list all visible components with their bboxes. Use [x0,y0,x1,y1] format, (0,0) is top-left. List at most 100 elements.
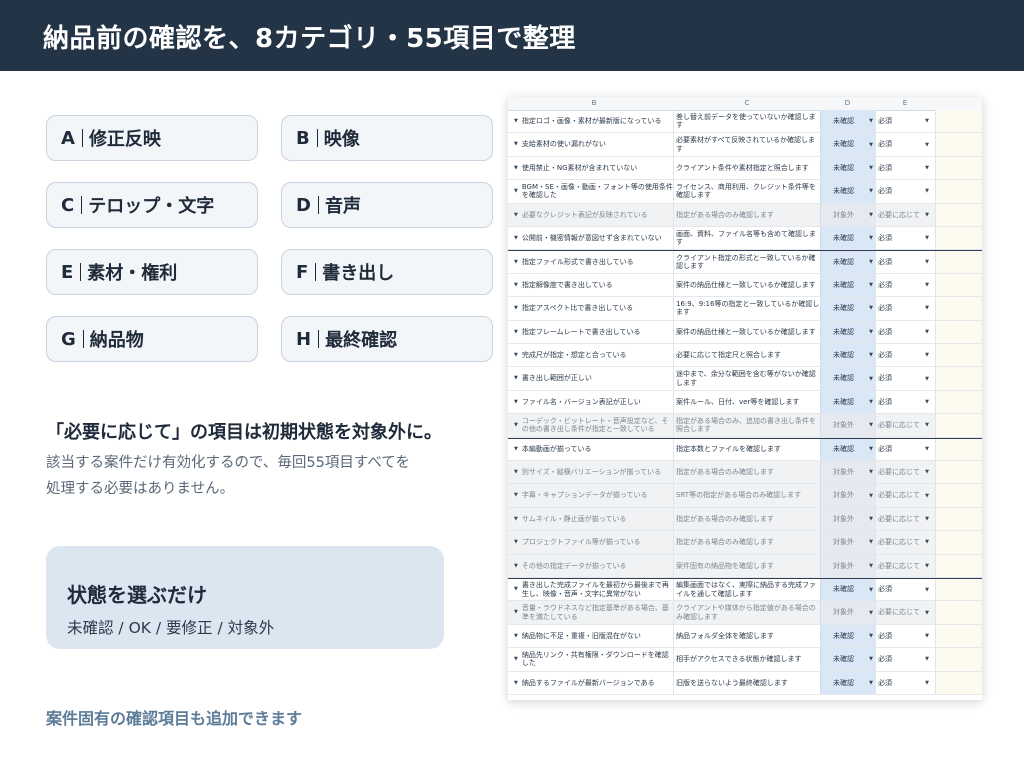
chevron-down-icon[interactable]: ▼ [925,398,929,407]
chevron-down-icon[interactable]: ▼ [925,655,929,664]
status-select[interactable]: 未確認 ▼ [820,251,875,273]
note-cell[interactable] [935,579,982,601]
chevron-down-icon[interactable]: ▼ [925,304,929,313]
chevron-down-icon[interactable]: ▼ [869,608,873,617]
chevron-down-icon[interactable]: ▼ [925,679,929,688]
priority-select[interactable]: 必須 ▼ [875,367,935,390]
chevron-down-icon[interactable]: ▼ [925,351,929,360]
priority-select[interactable]: 必須 ▼ [875,156,935,180]
chevron-down-icon[interactable]: ▼ [925,140,929,149]
chevron-down-icon[interactable]: ▼ [925,421,929,430]
note-cell[interactable] [935,554,982,577]
note-cell[interactable] [935,461,982,484]
chevron-down-icon[interactable]: ▼ [925,491,929,500]
status-select[interactable]: 対象外 ▼ [820,507,875,531]
status-select[interactable]: 未確認 ▼ [820,273,875,297]
chevron-down-icon[interactable]: ▼ [925,445,929,454]
dropdown-caret-icon[interactable]: ▼ [514,679,518,688]
chevron-down-icon[interactable]: ▼ [869,421,873,430]
status-select[interactable]: 未確認 ▼ [820,624,875,648]
status-select[interactable]: 未確認 ▼ [820,671,875,694]
status-select[interactable]: 対象外 ▼ [820,601,875,624]
chevron-down-icon[interactable]: ▼ [869,351,873,360]
dropdown-caret-icon[interactable]: ▼ [514,468,518,477]
chevron-down-icon[interactable]: ▼ [869,538,873,547]
dropdown-caret-icon[interactable]: ▼ [514,491,518,500]
chevron-down-icon[interactable]: ▼ [869,281,873,290]
chevron-down-icon[interactable]: ▼ [925,258,929,267]
note-cell[interactable] [935,624,982,648]
status-select[interactable]: 未確認 ▼ [820,156,875,180]
status-select[interactable]: 対象外 ▼ [820,484,875,507]
status-select[interactable]: 未確認 ▼ [820,110,875,133]
chevron-down-icon[interactable]: ▼ [925,632,929,641]
chevron-down-icon[interactable]: ▼ [869,258,873,267]
dropdown-caret-icon[interactable]: ▼ [514,632,518,641]
status-select[interactable]: 未確認 ▼ [820,227,875,250]
chevron-down-icon[interactable]: ▼ [925,211,929,220]
note-cell[interactable] [935,320,982,343]
dropdown-caret-icon[interactable]: ▼ [514,328,518,337]
status-select[interactable]: 対象外 ▼ [820,531,875,554]
chevron-down-icon[interactable]: ▼ [869,562,873,571]
dropdown-caret-icon[interactable]: ▼ [514,187,518,196]
dropdown-caret-icon[interactable]: ▼ [514,351,518,360]
dropdown-caret-icon[interactable]: ▼ [514,374,518,383]
note-cell[interactable] [935,390,982,414]
status-select[interactable]: 未確認 ▼ [820,320,875,343]
priority-select[interactable]: 必要に応じて ▼ [875,414,935,437]
chevron-down-icon[interactable]: ▼ [869,445,873,454]
chevron-down-icon[interactable]: ▼ [925,281,929,290]
dropdown-caret-icon[interactable]: ▼ [514,234,518,243]
status-select[interactable]: 未確認 ▼ [820,367,875,390]
chevron-down-icon[interactable]: ▼ [869,655,873,664]
note-cell[interactable] [935,531,982,554]
status-select[interactable]: 未確認 ▼ [820,648,875,671]
priority-select[interactable]: 必須 ▼ [875,438,935,460]
priority-select[interactable]: 必須 ▼ [875,390,935,414]
chevron-down-icon[interactable]: ▼ [925,117,929,126]
chevron-down-icon[interactable]: ▼ [869,632,873,641]
chevron-down-icon[interactable]: ▼ [925,562,929,571]
chevron-down-icon[interactable]: ▼ [869,140,873,149]
priority-select[interactable]: 必須 ▼ [875,671,935,694]
chevron-down-icon[interactable]: ▼ [925,515,929,524]
dropdown-caret-icon[interactable]: ▼ [514,140,518,149]
priority-select[interactable]: 必要に応じて ▼ [875,554,935,577]
status-select[interactable]: 未確認 ▼ [820,180,875,203]
chevron-down-icon[interactable]: ▼ [869,515,873,524]
chevron-down-icon[interactable]: ▼ [869,585,873,594]
chevron-down-icon[interactable]: ▼ [869,187,873,196]
dropdown-caret-icon[interactable]: ▼ [514,258,518,267]
note-cell[interactable] [935,344,982,367]
status-select[interactable]: 未確認 ▼ [820,133,875,156]
note-cell[interactable] [935,133,982,156]
priority-select[interactable]: 必要に応じて ▼ [875,507,935,531]
note-cell[interactable] [935,414,982,437]
chevron-down-icon[interactable]: ▼ [925,164,929,173]
priority-select[interactable]: 必須 ▼ [875,251,935,273]
note-cell[interactable] [935,251,982,273]
status-select[interactable]: 対象外 ▼ [820,554,875,577]
note-cell[interactable] [935,297,982,320]
chevron-down-icon[interactable]: ▼ [869,328,873,337]
dropdown-caret-icon[interactable]: ▼ [514,421,518,430]
priority-select[interactable]: 必要に応じて ▼ [875,531,935,554]
chevron-down-icon[interactable]: ▼ [925,328,929,337]
chevron-down-icon[interactable]: ▼ [869,374,873,383]
priority-select[interactable]: 必要に応じて ▼ [875,203,935,226]
chevron-down-icon[interactable]: ▼ [869,211,873,220]
priority-select[interactable]: 必須 ▼ [875,624,935,648]
note-cell[interactable] [935,227,982,250]
priority-select[interactable]: 必須 ▼ [875,133,935,156]
chevron-down-icon[interactable]: ▼ [869,679,873,688]
status-select[interactable]: 未確認 ▼ [820,297,875,320]
dropdown-caret-icon[interactable]: ▼ [514,164,518,173]
dropdown-caret-icon[interactable]: ▼ [514,304,518,313]
priority-select[interactable]: 必須 ▼ [875,344,935,367]
dropdown-caret-icon[interactable]: ▼ [514,281,518,290]
note-cell[interactable] [935,273,982,297]
dropdown-caret-icon[interactable]: ▼ [514,562,518,571]
chevron-down-icon[interactable]: ▼ [869,304,873,313]
note-cell[interactable] [935,110,982,133]
